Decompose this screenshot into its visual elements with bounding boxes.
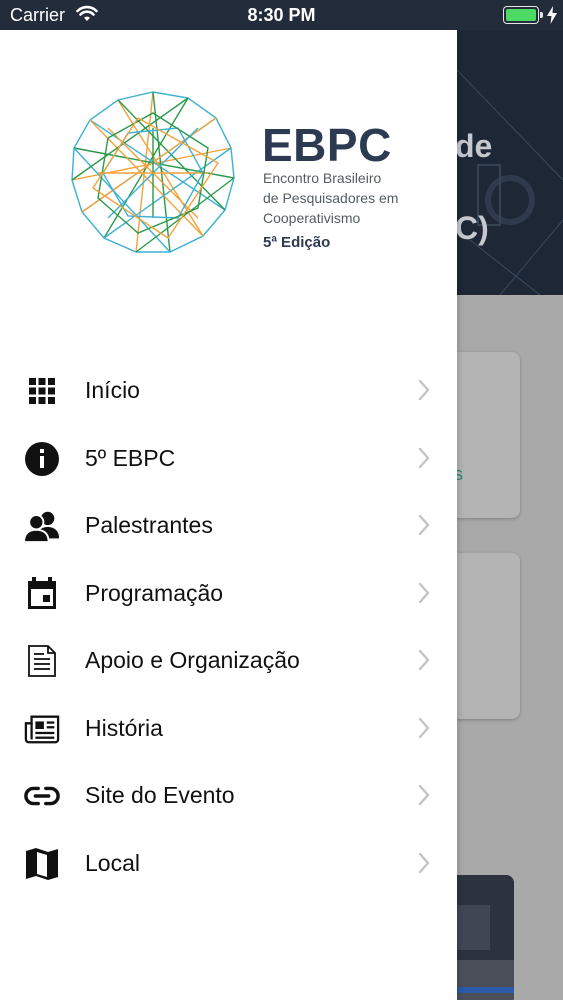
menu-item-label: Apoio e Organização: [85, 647, 300, 673]
battery-level: [506, 9, 536, 21]
menu-item-label: 5º EBPC: [85, 444, 176, 471]
link-icon: [24, 778, 60, 814]
logo-edition: 5ª Edição: [263, 234, 331, 251]
logo-subtitle-line-2: de Pesquisadores em: [263, 190, 399, 206]
logo-subtitle-line-3: Cooperativismo: [263, 210, 361, 226]
calendar-icon: [24, 576, 60, 612]
chevron-right-icon: [418, 514, 430, 541]
people-icon: [24, 508, 60, 544]
menu-item-inicio[interactable]: Início: [0, 357, 457, 425]
menu-item-palestrantes[interactable]: Palestrantes: [0, 492, 457, 560]
grid-icon: [24, 373, 60, 409]
chevron-right-icon: [418, 784, 430, 811]
drawer-menu: Início 5º EBPC Palestrantes Programação …: [0, 357, 457, 897]
info-icon: [24, 441, 60, 477]
menu-item-local[interactable]: Local: [0, 830, 457, 898]
chevron-right-icon: [418, 582, 430, 609]
chevron-right-icon: [418, 717, 430, 744]
status-bar: Carrier 8:30 PM: [0, 0, 563, 30]
menu-item-label: Palestrantes: [85, 512, 213, 538]
menu-item-site-do-evento[interactable]: Site do Evento: [0, 762, 457, 830]
chevron-right-icon: [418, 379, 430, 406]
menu-item-historia[interactable]: História: [0, 695, 457, 763]
background-title-line-2: C): [455, 210, 489, 246]
charging-bolt-icon: [547, 6, 557, 29]
background-title-line-1: de: [455, 128, 493, 164]
menu-item-label: História: [85, 714, 163, 741]
logo-acronym: EBPC: [262, 119, 392, 171]
battery-icon: [503, 6, 539, 24]
logo-subtitle-line-1: Encontro Brasileiro: [263, 170, 382, 186]
document-icon: [24, 643, 60, 679]
menu-item-label: Início: [85, 377, 140, 403]
chevron-right-icon: [418, 852, 430, 879]
menu-item-5-ebpc[interactable]: 5º EBPC: [0, 425, 457, 493]
menu-item-label: Site do Evento: [85, 782, 235, 808]
navigation-drawer: EBPC Encontro Brasileiro de Pesquisadore…: [0, 30, 457, 1000]
menu-item-programacao[interactable]: Programação: [0, 560, 457, 628]
menu-item-label: Programação: [85, 579, 224, 606]
chevron-right-icon: [418, 649, 430, 676]
map-icon: [24, 846, 60, 882]
newspaper-icon: [24, 711, 60, 747]
clock: 8:30 PM: [247, 5, 316, 25]
globe-network-icon: [71, 91, 235, 253]
menu-item-label: Local: [85, 849, 140, 876]
menu-item-apoio-e-organizacao[interactable]: Apoio e Organização: [0, 627, 457, 695]
ebpc-logo: EBPC Encontro Brasileiro de Pesquisadore…: [0, 30, 457, 330]
battery-nub: [540, 12, 543, 18]
chevron-right-icon: [418, 447, 430, 474]
